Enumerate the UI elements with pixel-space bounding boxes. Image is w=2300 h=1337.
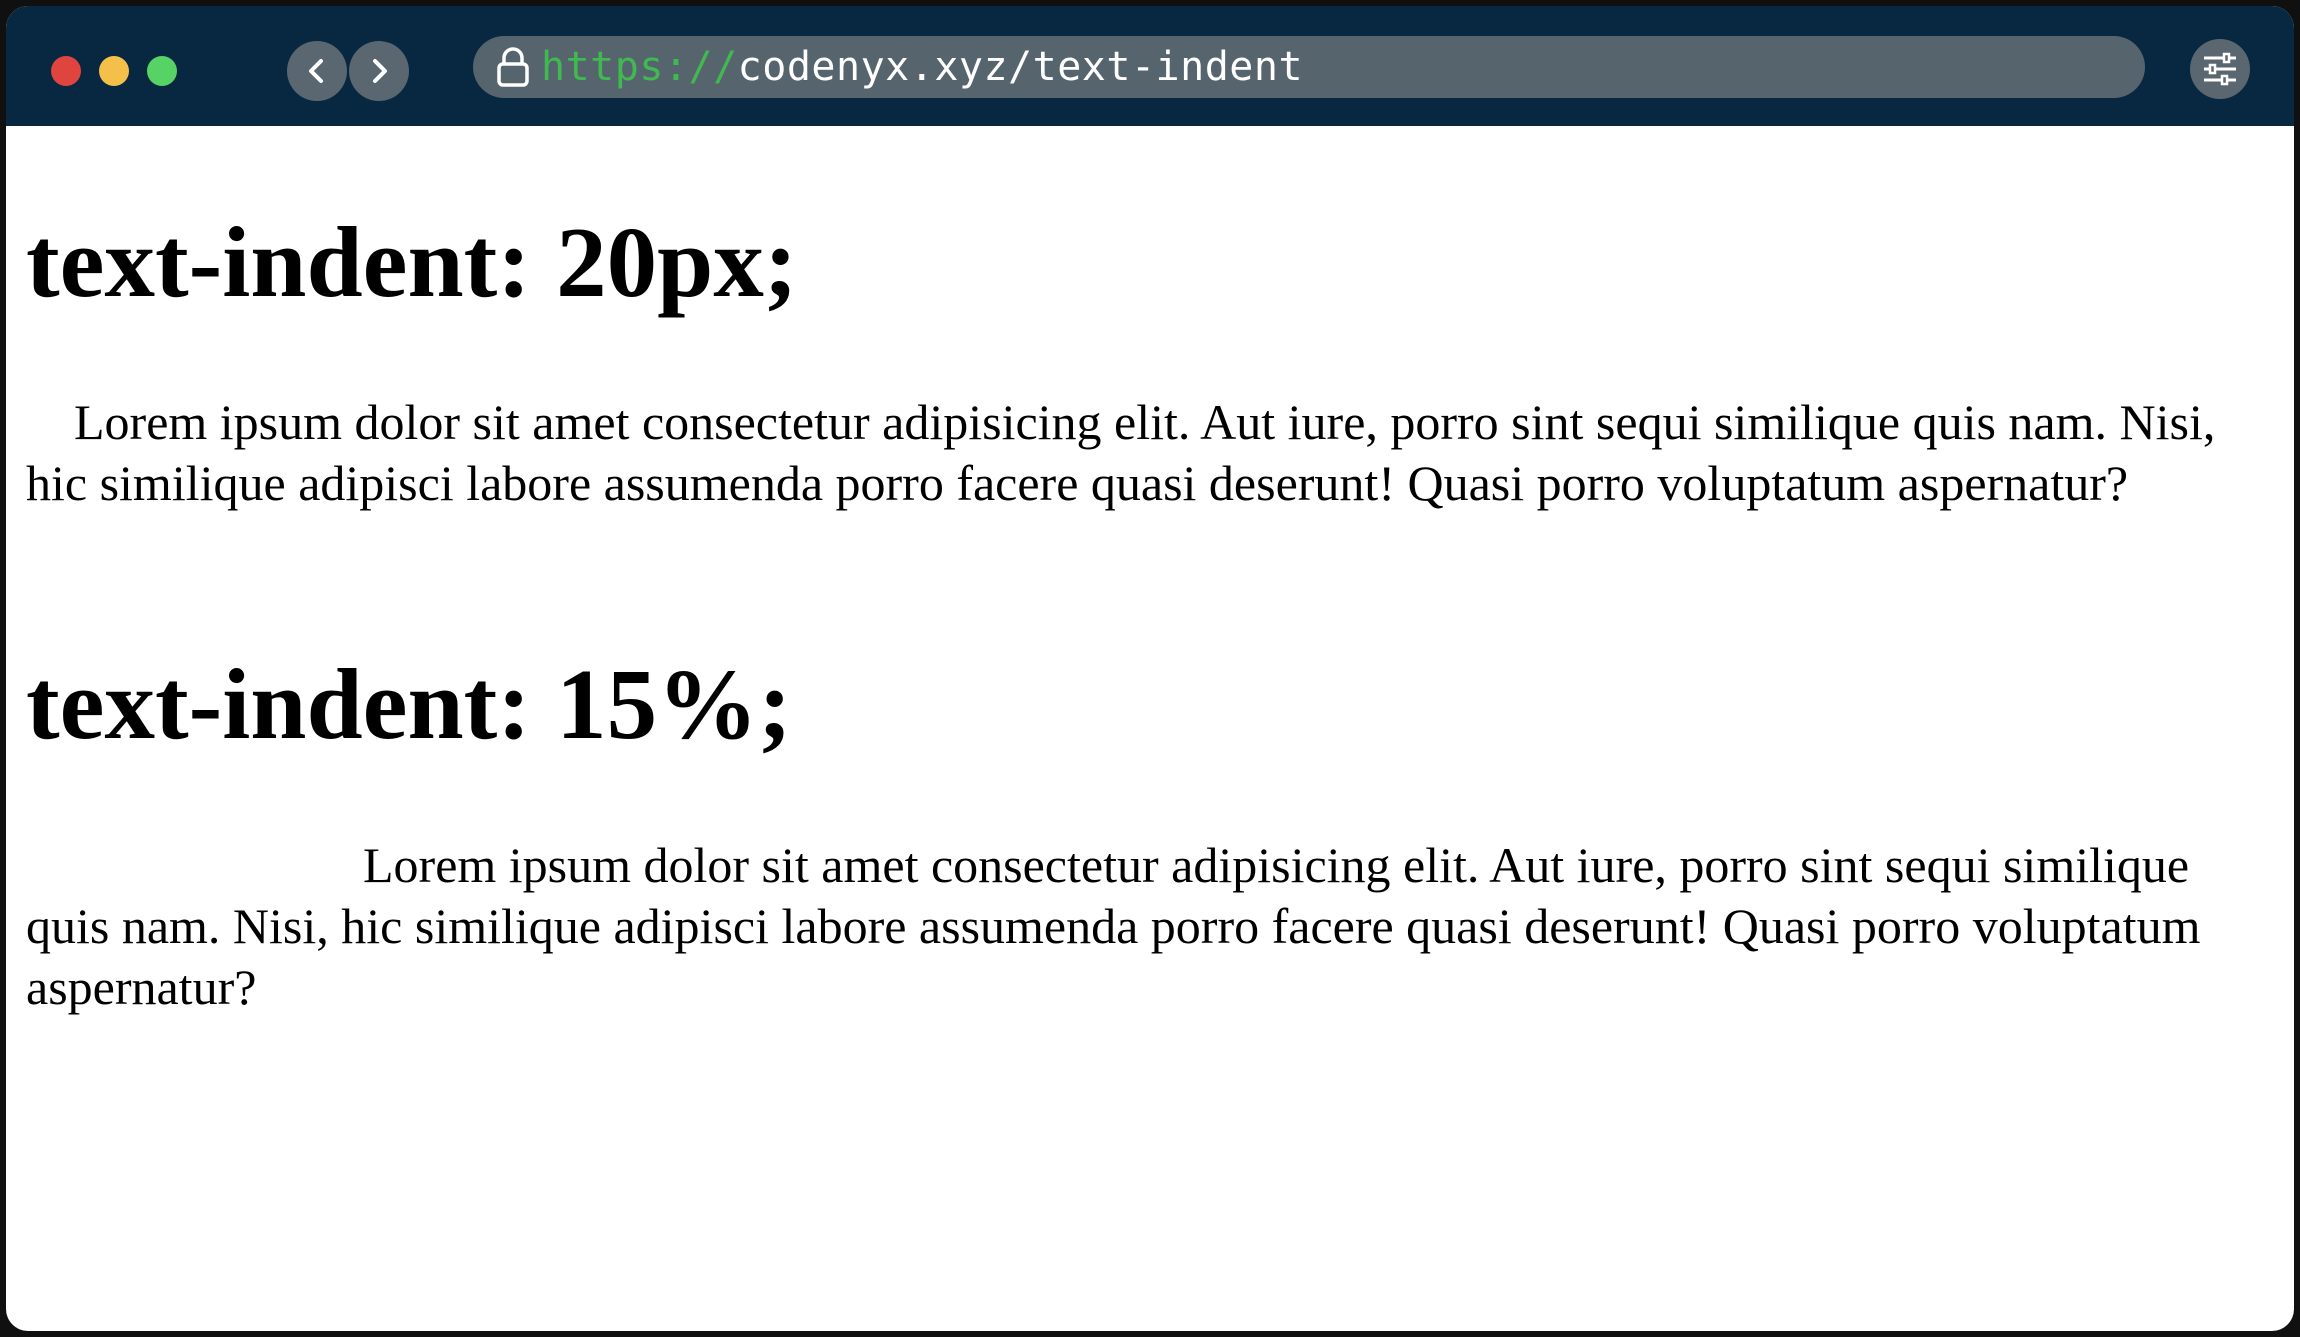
address-bar[interactable]: https://codenyx.xyz/text-indent	[473, 36, 2145, 98]
url-text: https://codenyx.xyz/text-indent	[541, 44, 1303, 90]
browser-window: https://codenyx.xyz/text-indent text-ind…	[6, 6, 2294, 1331]
sliders-icon	[2204, 52, 2236, 86]
paragraph-indent-15-percent: Lorem ipsum dolor sit amet consectetur a…	[26, 837, 2201, 1015]
minimize-window-button[interactable]	[99, 56, 129, 86]
settings-button[interactable]	[2190, 39, 2250, 99]
forward-button[interactable]	[349, 41, 409, 101]
chevron-left-icon	[309, 59, 323, 83]
url-scheme: https://	[541, 44, 738, 90]
heading-text-indent-15-percent: text-indent: 15%;	[26, 648, 792, 760]
maximize-window-button[interactable]	[147, 56, 177, 86]
heading-text-indent-20px: text-indent: 20px;	[26, 206, 798, 318]
back-button[interactable]	[287, 41, 347, 101]
close-window-button[interactable]	[51, 56, 81, 86]
page-content: text-indent: 20px; Lorem ipsum dolor sit…	[26, 126, 2274, 1316]
browser-titlebar: https://codenyx.xyz/text-indent	[6, 6, 2294, 126]
paragraph-indent-20px: Lorem ipsum dolor sit amet consectetur a…	[26, 394, 2216, 511]
chevron-right-icon	[373, 59, 387, 83]
lock-icon	[493, 45, 533, 89]
url-path: codenyx.xyz/text-indent	[737, 44, 1304, 90]
